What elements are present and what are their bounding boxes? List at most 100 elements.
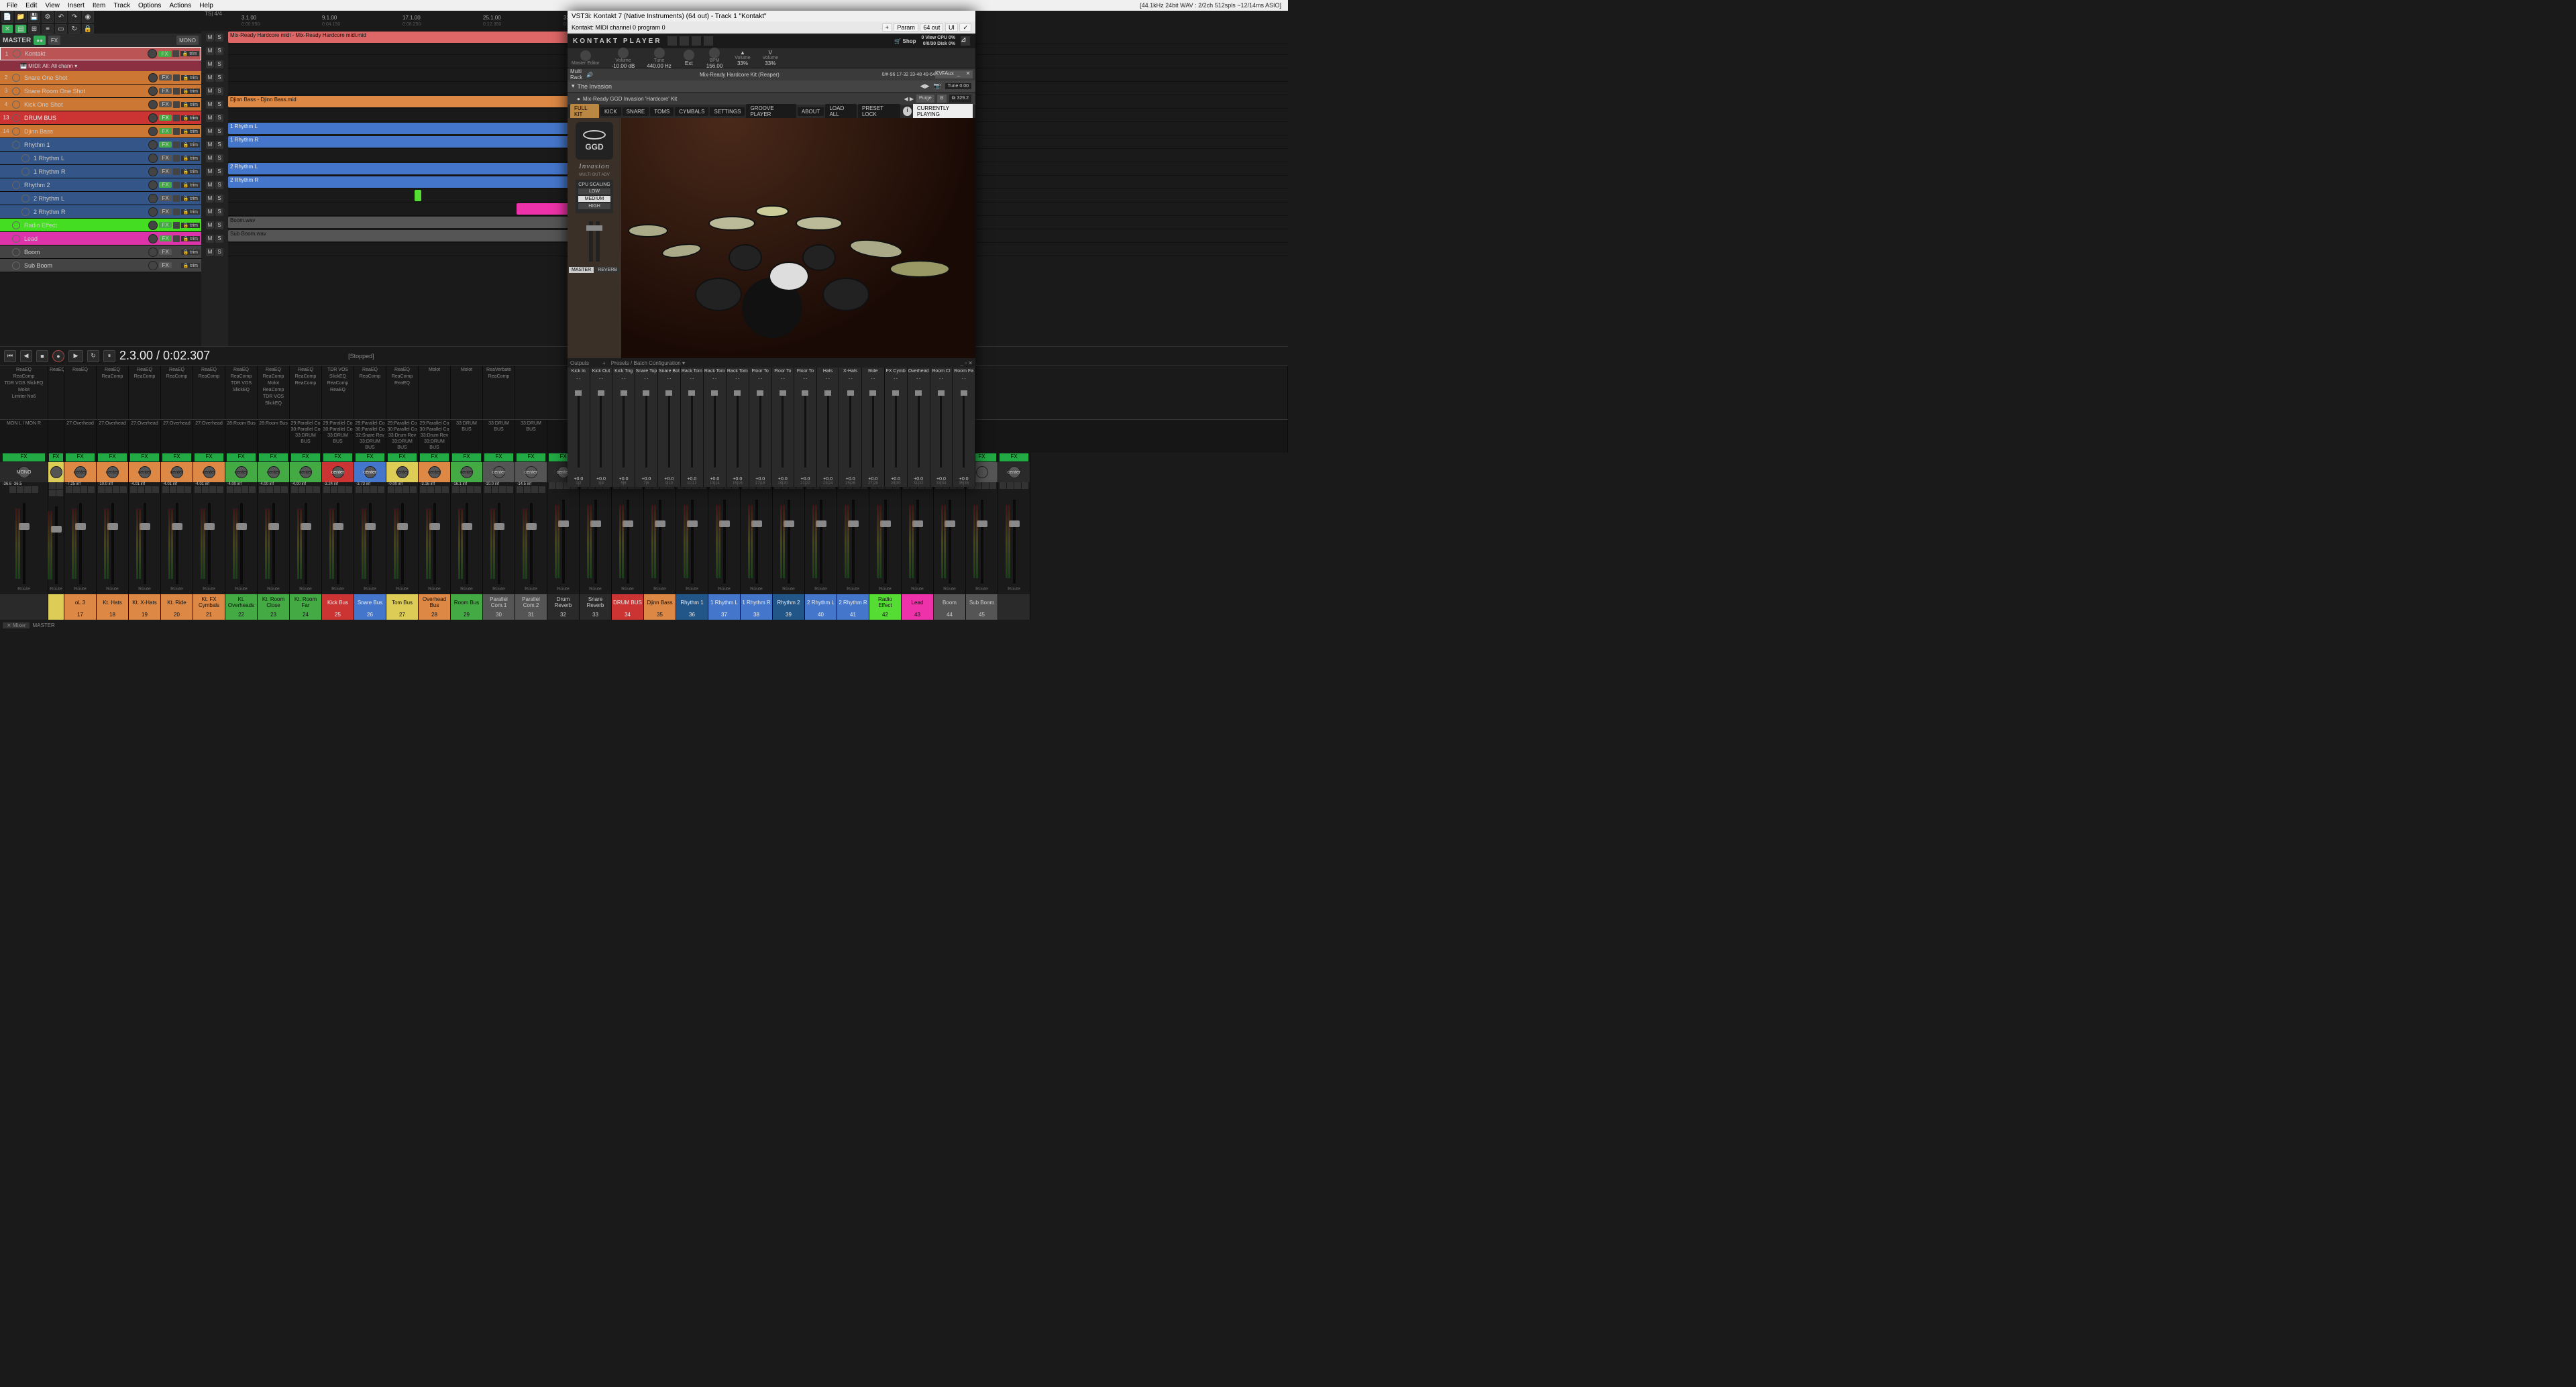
solo-button[interactable]: S [215,101,223,109]
output-strip[interactable]: Kick Out - - +0.0 3|4 [590,368,613,487]
strip-name[interactable]: Kt. Hats [97,594,128,610]
inst-tab-about[interactable]: ABOUT [798,107,824,116]
volume-knob[interactable] [148,87,158,96]
output-route[interactable]: 9|10 [665,482,674,486]
trim-button[interactable]: 🔒 trim [181,142,200,148]
trim-button[interactable]: 🔒 trim [181,115,200,121]
mute-button[interactable]: M [206,248,214,256]
fx-button[interactable]: FX [159,74,171,80]
pan-area[interactable] [48,462,64,482]
inst-tab-preset-lock[interactable]: PRESET LOCK [858,104,900,119]
master-mono[interactable]: MONO [176,36,199,45]
fx-slot-col[interactable]: ReaEQReaCompTDR VOS SlickEQ [225,366,258,419]
send-slot-col[interactable]: 28:Room Bus [225,420,258,453]
mute-button[interactable]: M [206,221,214,229]
strip-fx-button[interactable]: FX [98,453,126,461]
tune-readout[interactable]: Tune 0.00 [945,83,971,89]
send-slot-col[interactable]: 33:DRUM BUS [451,420,483,453]
mixer-strip[interactable]: FX center -4.00 inf Route Kt. Overheads … [225,453,258,620]
plugin-window[interactable]: VST3i: Kontakt 7 (Native Instruments) (6… [568,11,975,487]
output-strip[interactable]: Snare Bot - - +0.0 9|10 [658,368,681,487]
mixer-tab[interactable]: ✕ Mixer [3,622,30,628]
strip-name[interactable]: Tom Bus [386,594,418,610]
settings-icon[interactable]: ⚙ [42,11,54,23]
expand-icon[interactable]: ▾ [572,82,575,90]
cpu-medium[interactable]: MEDIUM [578,196,610,202]
snap-icon[interactable]: ⊞ [28,24,40,34]
send-slot-col[interactable]: 28:Room Bus [258,420,290,453]
record-arm[interactable] [12,262,20,270]
mute-button[interactable]: M [206,141,214,149]
menu-edit[interactable]: Edit [21,2,41,9]
inst-tab-groove-player[interactable]: GROOVE PLAYER [746,104,796,119]
transport-time[interactable]: 2.3.00 / 0:02.307 [119,349,210,363]
record-arm[interactable] [21,154,30,162]
fader[interactable] [272,493,275,594]
track-row[interactable]: 4 Kick One Shot FX 🔒 trim [0,98,201,111]
output-strip[interactable]: Floor To - - +0.0 19|20 [772,368,795,487]
mute-button[interactable]: M [206,74,214,82]
pan-area[interactable]: center [193,462,225,482]
volume-knob[interactable] [148,221,158,230]
track-row[interactable]: 1 Rhythm L FX 🔒 trim [0,152,201,165]
output-fader[interactable] [782,381,784,477]
strip-fx-button[interactable]: FX [420,453,448,461]
strip-name[interactable]: Drum Reverb [547,594,579,610]
fx-button[interactable]: FX [159,222,171,228]
fader[interactable] [691,489,694,594]
pan-area[interactable]: center [225,462,257,482]
volume-knob[interactable] [148,247,158,257]
fx-slot-col[interactable]: ReaEQReaCompReaEQ [386,366,419,419]
output-fader[interactable] [645,381,647,477]
track-name[interactable]: 2 Rhythm L [31,195,147,202]
strip-name[interactable]: 1 Rhythm L [708,594,740,610]
mute-button[interactable]: M [206,181,214,189]
solo-button[interactable]: S [215,60,223,68]
send-slot-col[interactable] [48,420,64,453]
pan-area[interactable]: center [161,462,193,482]
output-strip[interactable]: X-Hats - - +0.0 25|26 [839,368,862,487]
mixer-strip[interactable]: FX center -4.00 inf Route Kt. Room Far 2… [290,453,322,620]
mute-button[interactable]: M [206,127,214,135]
minimize-button[interactable]: _ [954,70,963,78]
envelope-icon[interactable] [173,249,180,256]
fx-slot-col[interactable]: ReaEQReaComp [129,366,161,419]
fader[interactable] [562,489,565,594]
volume-knob[interactable] [148,194,158,203]
fader[interactable] [852,489,855,594]
inst-tab-kick[interactable]: KICK [600,107,621,116]
strip-name[interactable]: Rhythm 1 [676,594,708,610]
send-slot-col[interactable]: 33:DRUM BUS [515,420,547,453]
output-route[interactable]: 21|22 [800,482,810,486]
inst-tab-load-all[interactable]: LOAD ALL [825,104,857,119]
track-row[interactable]: 14 Djinn Bass FX 🔒 trim [0,125,201,138]
lock-icon[interactable]: 🔒 [82,24,94,34]
plugin-toolbar-button[interactable]: Param [894,23,918,32]
volume-knob[interactable] [148,127,158,136]
mixer-strip[interactable]: FX center -3.73 inf Route Snare Bus 26 [354,453,386,620]
output-fader[interactable] [623,381,625,477]
master-param[interactable]: Volume -10.00 dB [612,48,635,69]
output-route[interactable]: 13|14 [710,482,720,486]
fx-button[interactable]: FX [159,142,171,148]
send-slot-col[interactable]: 27:Overhead [193,420,225,453]
item-icon[interactable]: ▭ [55,24,67,34]
trim-button[interactable]: 🔒 trim [181,249,200,255]
send-slot-col[interactable]: 29:Parallel Co30:Parallel Co33:Drum Rev3… [419,420,451,453]
strip-fx-button[interactable]: FX [130,453,158,461]
output-route[interactable]: 17|18 [755,482,765,486]
volume-knob[interactable] [148,261,158,270]
mixer-strip[interactable]: FX MONO -36.6 -36.5 Route [0,453,48,620]
fader[interactable] [949,489,951,594]
master-fx[interactable]: ●● [34,36,46,45]
envelope-icon[interactable] [173,88,180,95]
instrument-header[interactable]: ▾ The Invasion ◀ ▶ 📷 Tune 0.00 [568,80,975,93]
stop-button[interactable]: ■ [36,350,48,362]
pan-knob[interactable] [976,466,988,478]
rewind-button[interactable]: ◀ [20,350,32,362]
output-route[interactable]: 7|8 [643,482,649,486]
strip-fx-button[interactable]: FX [227,453,255,461]
output-route[interactable]: 27|28 [868,482,878,486]
solo-button[interactable]: S [215,208,223,216]
strip-fx-button[interactable]: FX [66,453,94,461]
